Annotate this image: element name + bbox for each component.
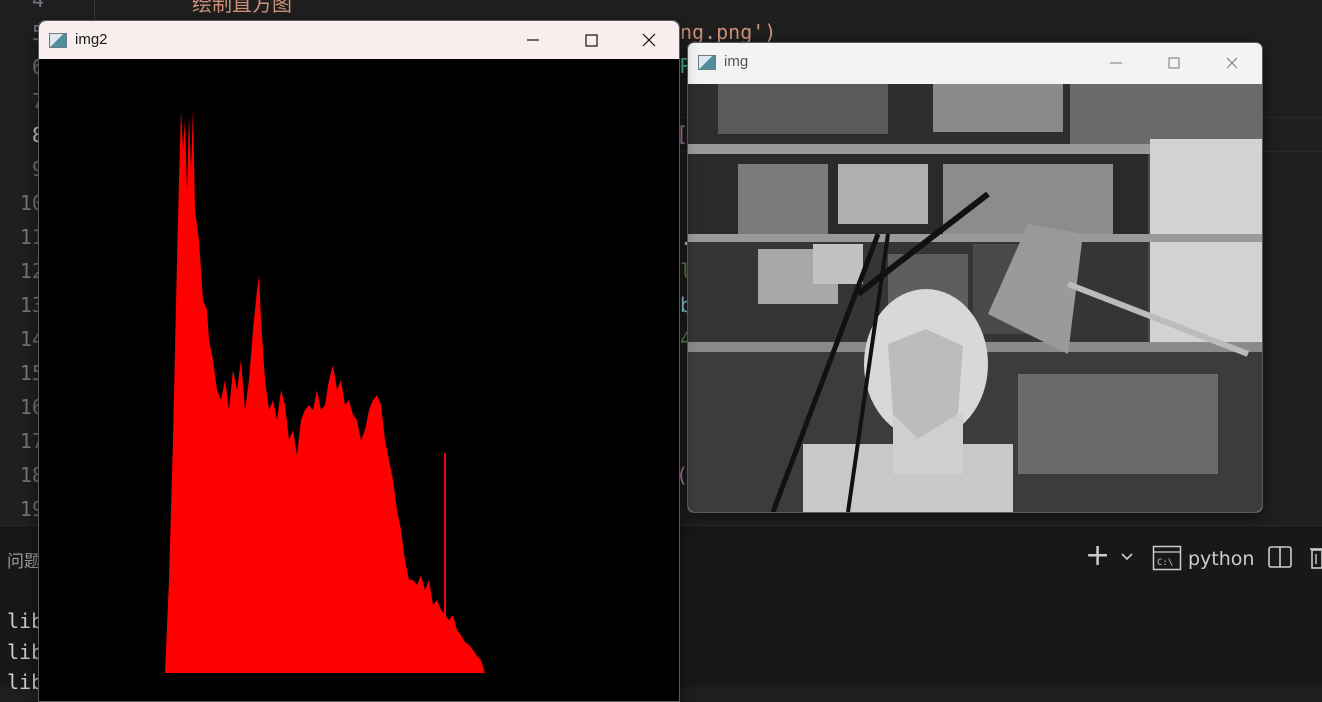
- line-number: 4: [31, 0, 44, 12]
- minimize-icon[interactable]: [523, 30, 543, 50]
- close-icon[interactable]: [1222, 53, 1242, 73]
- app-icon: [49, 33, 67, 48]
- image-window[interactable]: img: [687, 42, 1263, 513]
- trash-icon[interactable]: [1308, 543, 1322, 571]
- title-bar[interactable]: img: [688, 43, 1262, 83]
- svg-text:C:\: C:\: [1157, 558, 1173, 568]
- add-icon[interactable]: +: [1085, 541, 1110, 571]
- grayscale-photo: [688, 84, 1262, 512]
- histogram-window[interactable]: img2: [38, 20, 680, 702]
- title-bar[interactable]: img2: [39, 21, 679, 59]
- app-icon: [698, 55, 716, 70]
- indent-guide: [94, 0, 95, 20]
- maximize-icon[interactable]: [1164, 53, 1184, 73]
- histogram-fill: [165, 108, 485, 673]
- code-comment: 绘制直方图: [192, 0, 292, 16]
- terminal-name[interactable]: python: [1188, 548, 1254, 570]
- close-icon[interactable]: [639, 30, 659, 50]
- split-icon[interactable]: [1267, 545, 1293, 569]
- window-title: img2: [75, 31, 108, 48]
- maximize-icon[interactable]: [581, 30, 601, 50]
- window-title: img: [724, 53, 749, 70]
- histogram-spike: [444, 453, 446, 673]
- code-string: ng.png'): [680, 20, 777, 44]
- minimize-icon[interactable]: [1106, 53, 1126, 73]
- terminal-icon: C:\: [1152, 545, 1182, 571]
- chevron-down-icon[interactable]: [1120, 552, 1134, 562]
- tab-problems[interactable]: 问题: [7, 547, 41, 572]
- histogram-canvas: [39, 60, 679, 688]
